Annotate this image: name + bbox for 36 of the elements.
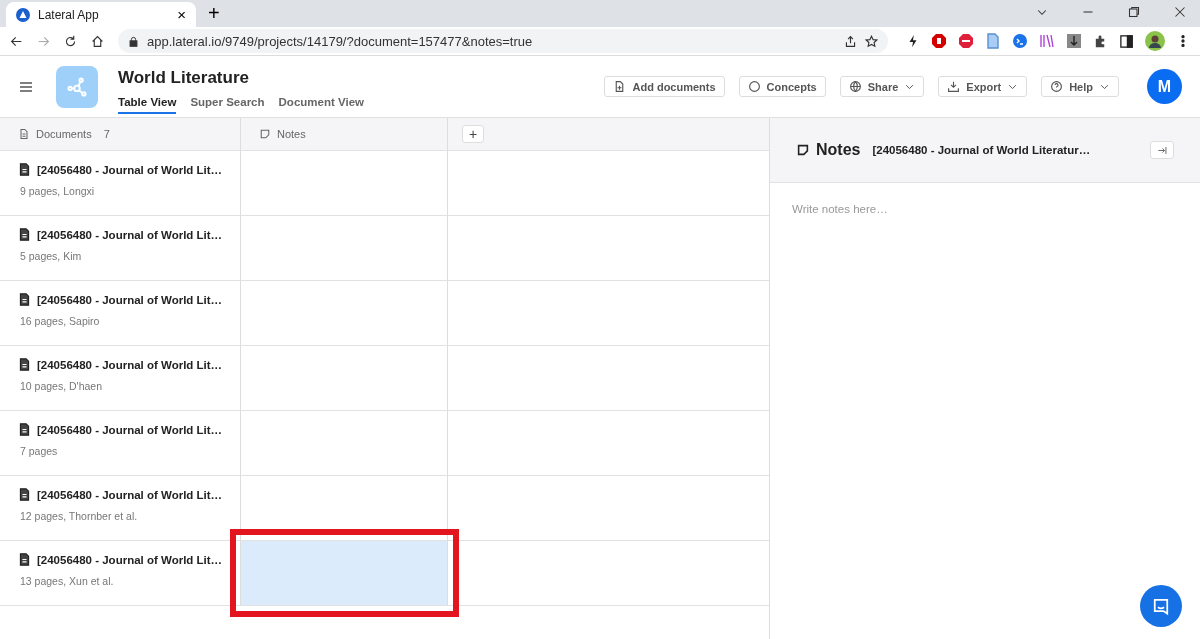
document-meta: 9 pages, Longxi (19, 185, 96, 197)
view-tab[interactable]: Super Search (190, 93, 265, 114)
document-title[interactable]: [24056480 - Journal of World Lit… (37, 553, 223, 566)
view-tab[interactable]: Table View (118, 93, 177, 114)
toolbar-button[interactable]: Share (839, 76, 925, 97)
document-meta: 12 pages, Thornber et al. (19, 510, 139, 522)
document-meta: 13 pages, Xun et al. (19, 575, 115, 587)
document-title[interactable]: [24056480 - Journal of World Lit… (37, 163, 223, 176)
column-title: Notes (277, 128, 306, 140)
project-title: World Literature (118, 67, 250, 88)
close-tab-button[interactable]: × (177, 6, 186, 23)
document-meta: 5 pages, Kim (19, 250, 83, 262)
address-bar[interactable]: app.lateral.io/9749/projects/14179/?document=157477&notes=true (118, 29, 888, 53)
document-meta: 10 pages, D'haen (19, 380, 103, 392)
document-title[interactable]: [24056480 - Journal of World Lit… (37, 228, 223, 241)
toolbar-button[interactable]: Add documents (604, 76, 725, 97)
panel-title: Notes (816, 141, 861, 159)
document-title[interactable]: [24056480 - Journal of World Lit… (37, 358, 223, 371)
column-title: Documents (36, 128, 92, 140)
document-title[interactable]: [24056480 - Journal of World Lit… (37, 488, 223, 501)
document-meta: 16 pages, Sapiro (19, 315, 101, 327)
document-title[interactable]: [24056480 - Journal of World Lit… (37, 293, 223, 306)
url-text: app.lateral.io/9749/projects/14179/?document=157477&notes=true (147, 33, 534, 49)
browser-tab[interactable]: Lateral App × (6, 2, 196, 27)
new-tab-button[interactable]: + (204, 2, 224, 25)
document-meta: 7 pages (19, 445, 59, 457)
tab-title: Lateral App (38, 7, 100, 22)
toolbar-button[interactable]: Concepts (738, 76, 826, 97)
toolbar-button[interactable]: Help (1041, 76, 1119, 97)
user-avatar[interactable]: M (1147, 69, 1182, 104)
add-column-button[interactable]: + (462, 125, 484, 143)
document-count: 7 (103, 128, 110, 140)
document-title[interactable]: [24056480 - Journal of World Lit… (37, 423, 223, 436)
toolbar-button[interactable]: Export (938, 76, 1028, 97)
view-tab[interactable]: Document View (278, 93, 364, 114)
document-title: [24056480 - Journal of World Literatur… (872, 144, 1091, 156)
